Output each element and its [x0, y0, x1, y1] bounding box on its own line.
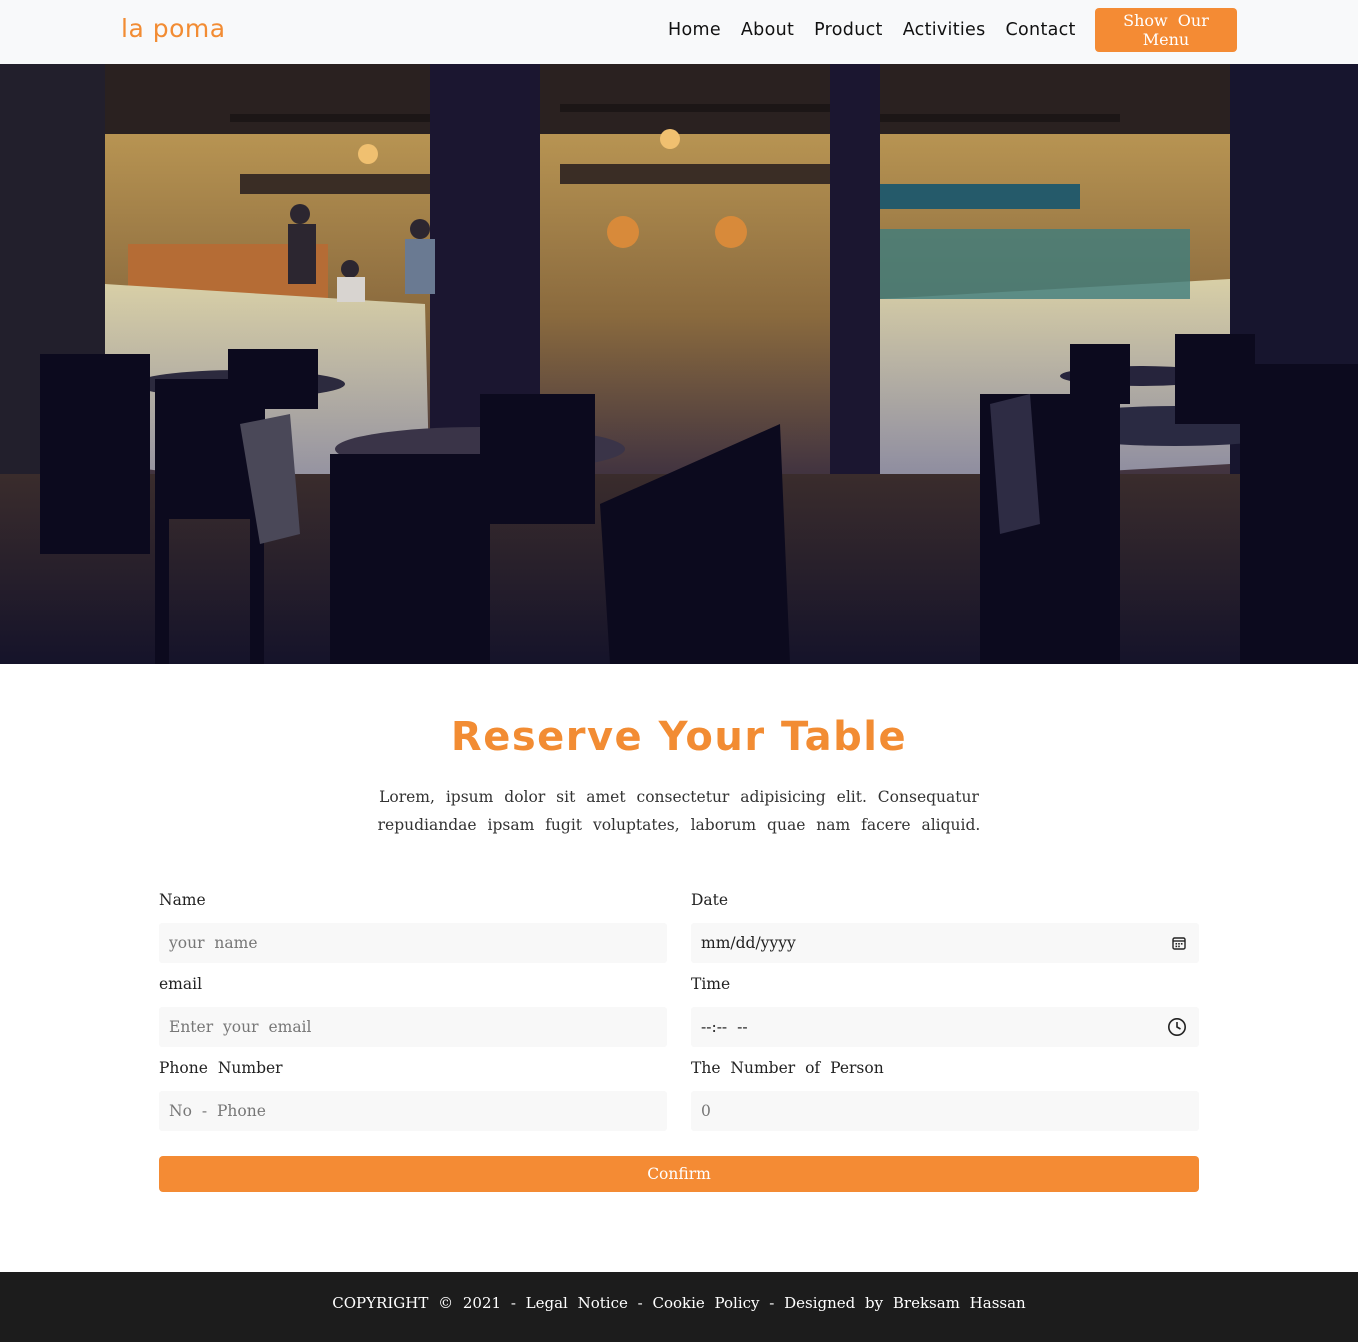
footer-copyright: COPYRIGHT © 2021 - Legal Notice - Cookie…	[332, 1294, 1026, 1312]
hero-image	[0, 64, 1358, 664]
navbar: la poma Home About Product Activities Co…	[0, 0, 1358, 64]
name-input[interactable]	[159, 923, 667, 963]
date-input[interactable]	[691, 923, 1199, 963]
nav-link-product[interactable]: Product	[814, 20, 883, 40]
date-label: Date	[691, 891, 729, 909]
nav-link-contact[interactable]: Contact	[1006, 20, 1076, 40]
persons-input[interactable]	[691, 1091, 1199, 1131]
brand-logo[interactable]: la poma	[121, 14, 226, 43]
phone-input[interactable]	[159, 1091, 667, 1131]
nav-link-activities[interactable]: Activities	[903, 20, 986, 40]
restaurant-interior-photo	[0, 64, 1358, 664]
show-menu-button[interactable]: Show Our Menu	[1095, 8, 1237, 52]
phone-label: Phone Number	[159, 1059, 283, 1077]
time-input[interactable]	[691, 1007, 1199, 1047]
name-label: Name	[159, 891, 206, 909]
footer: COPYRIGHT © 2021 - Legal Notice - Cookie…	[0, 1272, 1358, 1342]
clock-glyph	[1168, 1018, 1186, 1036]
calendar-icon[interactable]	[1169, 933, 1189, 953]
clock-icon[interactable]	[1167, 1017, 1187, 1037]
calendar-glyph	[1172, 937, 1186, 950]
intro-text: Lorem, ipsum dolor sit amet consectetur …	[377, 788, 981, 834]
nav-link-about[interactable]: About	[741, 20, 794, 40]
nav-link-home[interactable]: Home	[668, 20, 721, 40]
time-label: Time	[691, 975, 731, 993]
email-input[interactable]	[159, 1007, 667, 1047]
page-title: Reserve Your Table	[450, 714, 908, 760]
email-label: email	[159, 975, 203, 993]
confirm-button[interactable]: Confirm	[159, 1156, 1199, 1192]
persons-label: The Number of Person	[691, 1059, 884, 1077]
nav-links: Home About Product Activities Contact	[668, 20, 1096, 40]
